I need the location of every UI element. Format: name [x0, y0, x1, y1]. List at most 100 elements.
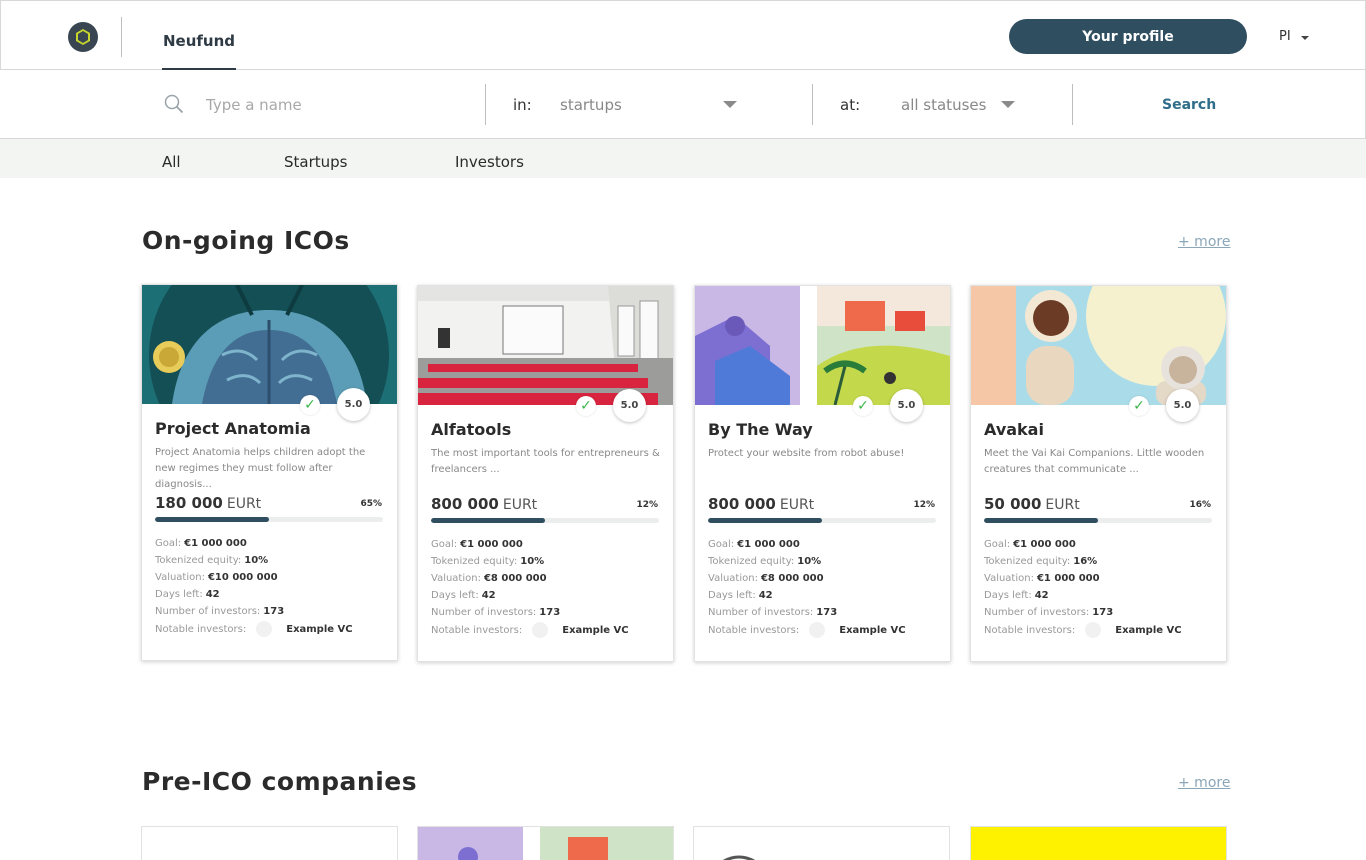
tokenized-value: 16% [1073, 556, 1098, 567]
preico-card[interactable] [970, 826, 1227, 860]
progress-fill [155, 517, 269, 522]
more-link-ongoing[interactable]: + more [1178, 234, 1230, 250]
notable-investor-name[interactable]: Example VC [286, 624, 352, 635]
card-image [142, 285, 397, 404]
notable-label: Notable investors: [984, 624, 1076, 636]
investor-avatar [809, 622, 826, 638]
goal-label: Goal: [155, 538, 182, 549]
progress-fill [708, 518, 822, 523]
language-selector[interactable]: PI [1279, 29, 1309, 44]
status-select[interactable]: all statuses [901, 96, 986, 114]
days-label: Days left: [431, 590, 479, 601]
your-profile-button[interactable]: Your profile [1009, 19, 1247, 54]
progress-bar [431, 518, 659, 523]
investor-avatar [532, 622, 549, 638]
card-description: The most important tools for entrepreneu… [431, 448, 660, 475]
notable-investor-name[interactable]: Example VC [562, 625, 628, 636]
category-select[interactable]: startups [560, 96, 622, 114]
search-input[interactable] [206, 94, 466, 116]
investors-label: Number of investors: [431, 607, 537, 618]
ico-card[interactable]: ✓ 5.0 Project Anatomia Project Anatomia … [141, 284, 398, 661]
days-label: Days left: [984, 590, 1032, 601]
amount-value: 800 000 [431, 495, 499, 513]
card-image [418, 827, 673, 860]
goal-value: €1 000 000 [737, 539, 800, 550]
search-button[interactable]: Search [1162, 97, 1216, 113]
investors-label: Number of investors: [708, 607, 814, 618]
goal-label: Goal: [984, 539, 1011, 550]
card-facts: Goal: €1 000 000 Tokenized equity: 10% Val… [431, 536, 560, 621]
filter-tabs: All Startups Investors [0, 139, 1366, 178]
valuation-value: €8 000 000 [760, 573, 824, 584]
raised-amount: 800 000 EURt [708, 495, 814, 513]
card-title[interactable]: Avakai [984, 420, 1044, 439]
tab-investors[interactable]: Investors [455, 153, 524, 171]
notable-investor-name[interactable]: Example VC [839, 625, 905, 636]
raised-amount: 800 000 EURt [431, 495, 537, 513]
card-description: Project Anatomia helps children adopt th… [155, 447, 366, 490]
valuation-label: Valuation: [431, 573, 481, 584]
tokenized-label: Tokenized equity: [984, 556, 1071, 567]
notable-investors: Notable investors: Example VC [431, 622, 629, 638]
tokenized-label: Tokenized equity: [155, 555, 242, 566]
card-image [418, 286, 673, 405]
chevron-down-icon [1300, 35, 1309, 40]
nav-brand-tab[interactable]: Neufund [163, 32, 235, 50]
card-description: Protect your website from robot abuse! [708, 448, 905, 459]
card-image [723, 855, 755, 860]
more-link-preico[interactable]: + more [1178, 775, 1230, 791]
card-facts: Goal: €1 000 000 Tokenized equity: 10% Val… [708, 536, 837, 621]
header-divider [121, 17, 122, 57]
card-facts: Goal: €1 000 000 Tokenized equity: 16% Val… [984, 536, 1113, 621]
at-label: at: [840, 96, 861, 114]
tab-all[interactable]: All [162, 153, 181, 171]
section-title-ongoing: On-going ICOs [142, 226, 350, 255]
card-title[interactable]: Project Anatomia [155, 419, 311, 438]
page: Neufund Your profile PI in: startups at:… [0, 0, 1366, 860]
chevron-down-icon[interactable] [1001, 101, 1015, 108]
notable-label: Notable investors: [708, 624, 800, 636]
notable-investors: Notable investors: Example VC [155, 621, 353, 637]
investor-avatar [1085, 622, 1102, 638]
amount-value: 800 000 [708, 495, 776, 513]
search-icon [164, 94, 184, 114]
preico-card[interactable] [417, 826, 674, 860]
chevron-down-icon[interactable] [723, 101, 737, 108]
days-value: 42 [1034, 590, 1049, 601]
rating-badge: 5.0 [613, 389, 646, 422]
progress-fill [431, 518, 545, 523]
days-value: 42 [481, 590, 496, 601]
tokenized-label: Tokenized equity: [708, 556, 795, 567]
progress-bar [708, 518, 936, 523]
verified-check-icon: ✓ [300, 395, 320, 415]
goal-value: €1 000 000 [1013, 539, 1076, 550]
neufund-logo-icon[interactable] [68, 22, 98, 52]
ico-card[interactable]: ✓ 5.0 Alfatools The most important tools… [417, 285, 674, 662]
card-facts: Goal: €1 000 000 Tokenized equity: 10% Val… [155, 535, 284, 620]
valuation-label: Valuation: [984, 573, 1034, 584]
tab-startups[interactable]: Startups [284, 153, 348, 171]
amount-currency: EURt [502, 497, 538, 513]
valuation-value: €8 000 000 [483, 573, 547, 584]
valuation-label: Valuation: [708, 573, 758, 584]
progress-percent: 12% [636, 500, 658, 510]
ico-card[interactable]: ✓ 5.0 By The Way Protect your website fr… [694, 285, 951, 662]
notable-investors: Notable investors: Example VC [708, 622, 906, 638]
ico-card[interactable]: ✓ 5.0 Avakai Meet the Vai Kai Companions… [970, 285, 1227, 662]
investors-value: 173 [816, 607, 838, 618]
amount-currency: EURt [779, 497, 815, 513]
goal-label: Goal: [431, 539, 458, 550]
preico-card[interactable] [693, 826, 950, 860]
language-label: PI [1279, 29, 1291, 44]
progress-fill [984, 518, 1098, 523]
investors-value: 173 [263, 606, 285, 617]
preico-card[interactable] [141, 826, 398, 860]
valuation-value: €10 000 000 [207, 572, 278, 583]
amount-currency: EURt [1045, 497, 1080, 513]
in-label: in: [513, 96, 532, 114]
progress-bar [155, 517, 383, 522]
days-label: Days left: [155, 589, 203, 600]
card-title[interactable]: Alfatools [431, 420, 511, 439]
card-title[interactable]: By The Way [708, 420, 813, 439]
notable-investor-name[interactable]: Example VC [1115, 625, 1181, 636]
